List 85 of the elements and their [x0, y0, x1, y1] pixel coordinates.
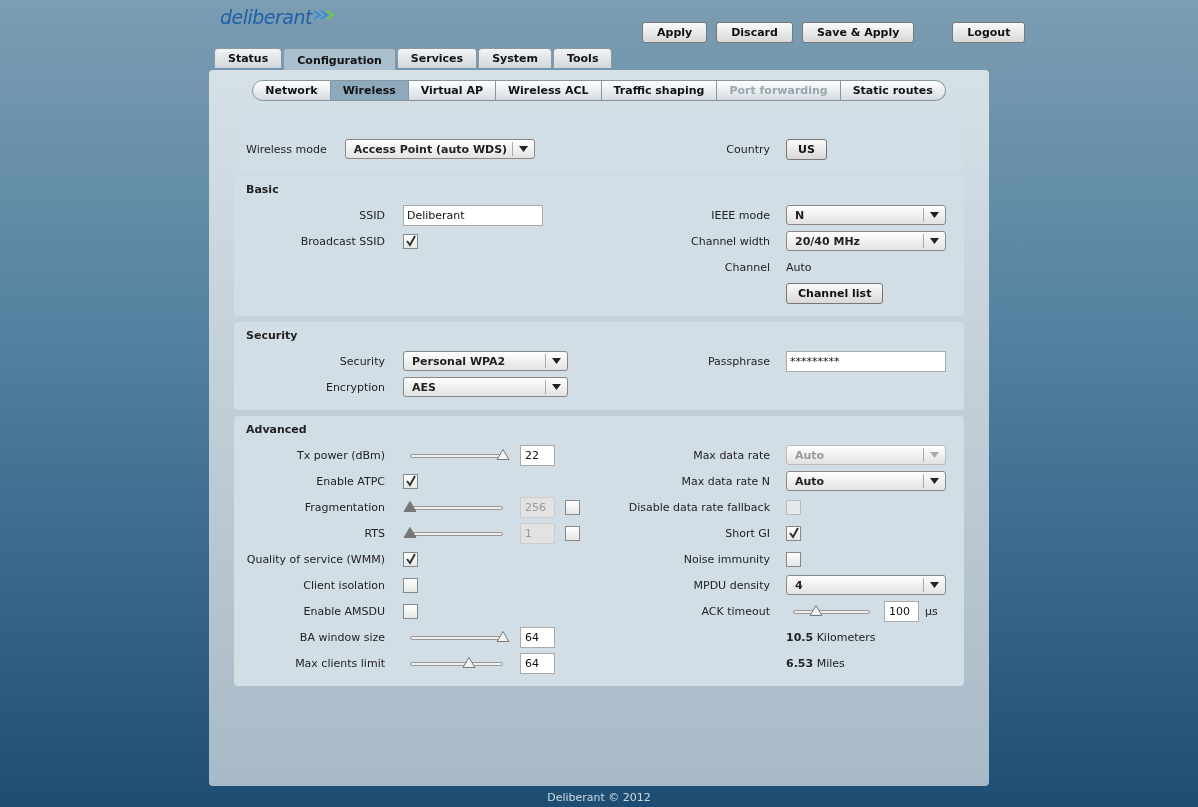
caret-icon	[518, 146, 528, 152]
slider-thumb[interactable]	[496, 631, 510, 642]
field-label: Max data rate	[692, 448, 770, 462]
field-label: Encryption	[324, 380, 385, 394]
field-label: Country	[725, 142, 770, 156]
dropdown[interactable]: 4	[786, 575, 946, 595]
caret-icon	[930, 582, 939, 588]
dropdown[interactable]: N	[786, 205, 946, 225]
field-label: Max clients limit	[294, 656, 385, 670]
number-field[interactable]: 22	[520, 444, 555, 466]
button[interactable]: US	[786, 138, 827, 160]
sub-tab[interactable]: Static routes	[840, 80, 946, 101]
sub-tab[interactable]: Traffic shaping	[601, 80, 718, 101]
field-label: Security	[338, 354, 385, 368]
section-title: Basic	[246, 182, 280, 198]
slider-thumb[interactable]	[496, 449, 510, 460]
field-label: Client isolation	[302, 578, 385, 592]
tab[interactable]: Status	[214, 48, 283, 68]
field-label: Enable AMSDU	[302, 604, 385, 618]
checkbox[interactable]	[403, 233, 418, 249]
field-label: Fragmentation	[303, 500, 385, 514]
field-label: Passphrase	[706, 354, 770, 368]
caret-icon	[930, 238, 939, 244]
caret-icon	[552, 358, 561, 364]
sub-tab[interactable]: Virtual AP	[408, 80, 496, 101]
field-label: Wireless mode	[246, 142, 327, 156]
number-field[interactable]: 100	[884, 600, 919, 622]
caret-icon	[930, 452, 939, 458]
dropdown[interactable]: 20/40 MHz	[786, 231, 946, 251]
field-label: Max data rate N	[680, 474, 770, 488]
checkbox[interactable]	[403, 603, 418, 619]
header-button[interactable]: Save & Apply	[801, 22, 915, 43]
sub-tab[interactable]: Wireless	[330, 80, 409, 101]
number-field[interactable]: 64	[520, 652, 555, 674]
logo: deliberant	[220, 6, 312, 28]
header-button[interactable]: Apply	[642, 22, 708, 43]
slider-thumb[interactable]	[462, 657, 476, 668]
field-label: IEEE mode	[710, 208, 770, 222]
distance-readout: 10.5 Kilometers	[786, 630, 876, 644]
dropdown[interactable]: AES	[403, 377, 568, 397]
sub-tab[interactable]: Network	[252, 80, 331, 101]
tab[interactable]: Configuration	[283, 48, 396, 70]
field-label: Disable data rate fallback	[627, 500, 770, 514]
tab[interactable]: Tools	[552, 48, 613, 68]
text-field[interactable]: *********	[786, 350, 946, 372]
header-button[interactable]: Discard	[716, 22, 793, 43]
dropdown[interactable]: Auto	[786, 471, 946, 491]
checkbox[interactable]	[403, 473, 418, 489]
checkbox[interactable]	[786, 551, 801, 567]
tab[interactable]: System	[478, 48, 552, 68]
section-title: Security	[246, 328, 299, 344]
checkbox[interactable]	[786, 525, 801, 541]
field-label: BA window size	[298, 630, 385, 644]
distance-readout: 6.53 Miles	[786, 656, 845, 670]
field-label: ACK timeout	[700, 604, 770, 618]
checkbox[interactable]	[403, 577, 418, 593]
field-label: SSID	[358, 208, 385, 222]
field-label: Channel width	[690, 234, 770, 248]
checkbox[interactable]	[403, 551, 418, 567]
caret-icon	[930, 212, 939, 218]
footer-text: Deliberant © 2012	[546, 791, 652, 804]
chevron-logo-icon	[313, 10, 335, 20]
number-field[interactable]: 64	[520, 626, 555, 648]
dropdown[interactable]: Personal WPA2	[403, 351, 568, 371]
sub-tab[interactable]: Wireless ACL	[495, 80, 602, 101]
section-title: Advanced	[246, 422, 308, 438]
field-label: Enable ATPC	[315, 474, 385, 488]
field-label: Noise immunity	[682, 552, 770, 566]
field-label: MPDU density	[692, 578, 770, 592]
dropdown[interactable]: Access Point (auto WDS)	[344, 139, 535, 159]
field-label: Quality of service (WMM)	[246, 552, 385, 566]
unit-label: µs	[925, 604, 938, 618]
field-label: Tx power (dBm)	[295, 448, 385, 462]
field-label: Broadcast SSID	[299, 234, 385, 248]
caret-icon	[930, 478, 939, 484]
field-value: Auto	[786, 260, 812, 274]
caret-icon	[552, 384, 561, 390]
logout-button[interactable]: Logout	[952, 22, 1026, 43]
button[interactable]: Channel list	[786, 282, 884, 304]
tab[interactable]: Services	[396, 48, 478, 68]
field-label: RTS	[363, 526, 385, 540]
slider-thumb[interactable]	[809, 605, 823, 616]
field-label: Channel	[723, 260, 770, 274]
text-field[interactable]: Deliberant	[403, 204, 543, 226]
field-label: Short GI	[724, 526, 770, 540]
